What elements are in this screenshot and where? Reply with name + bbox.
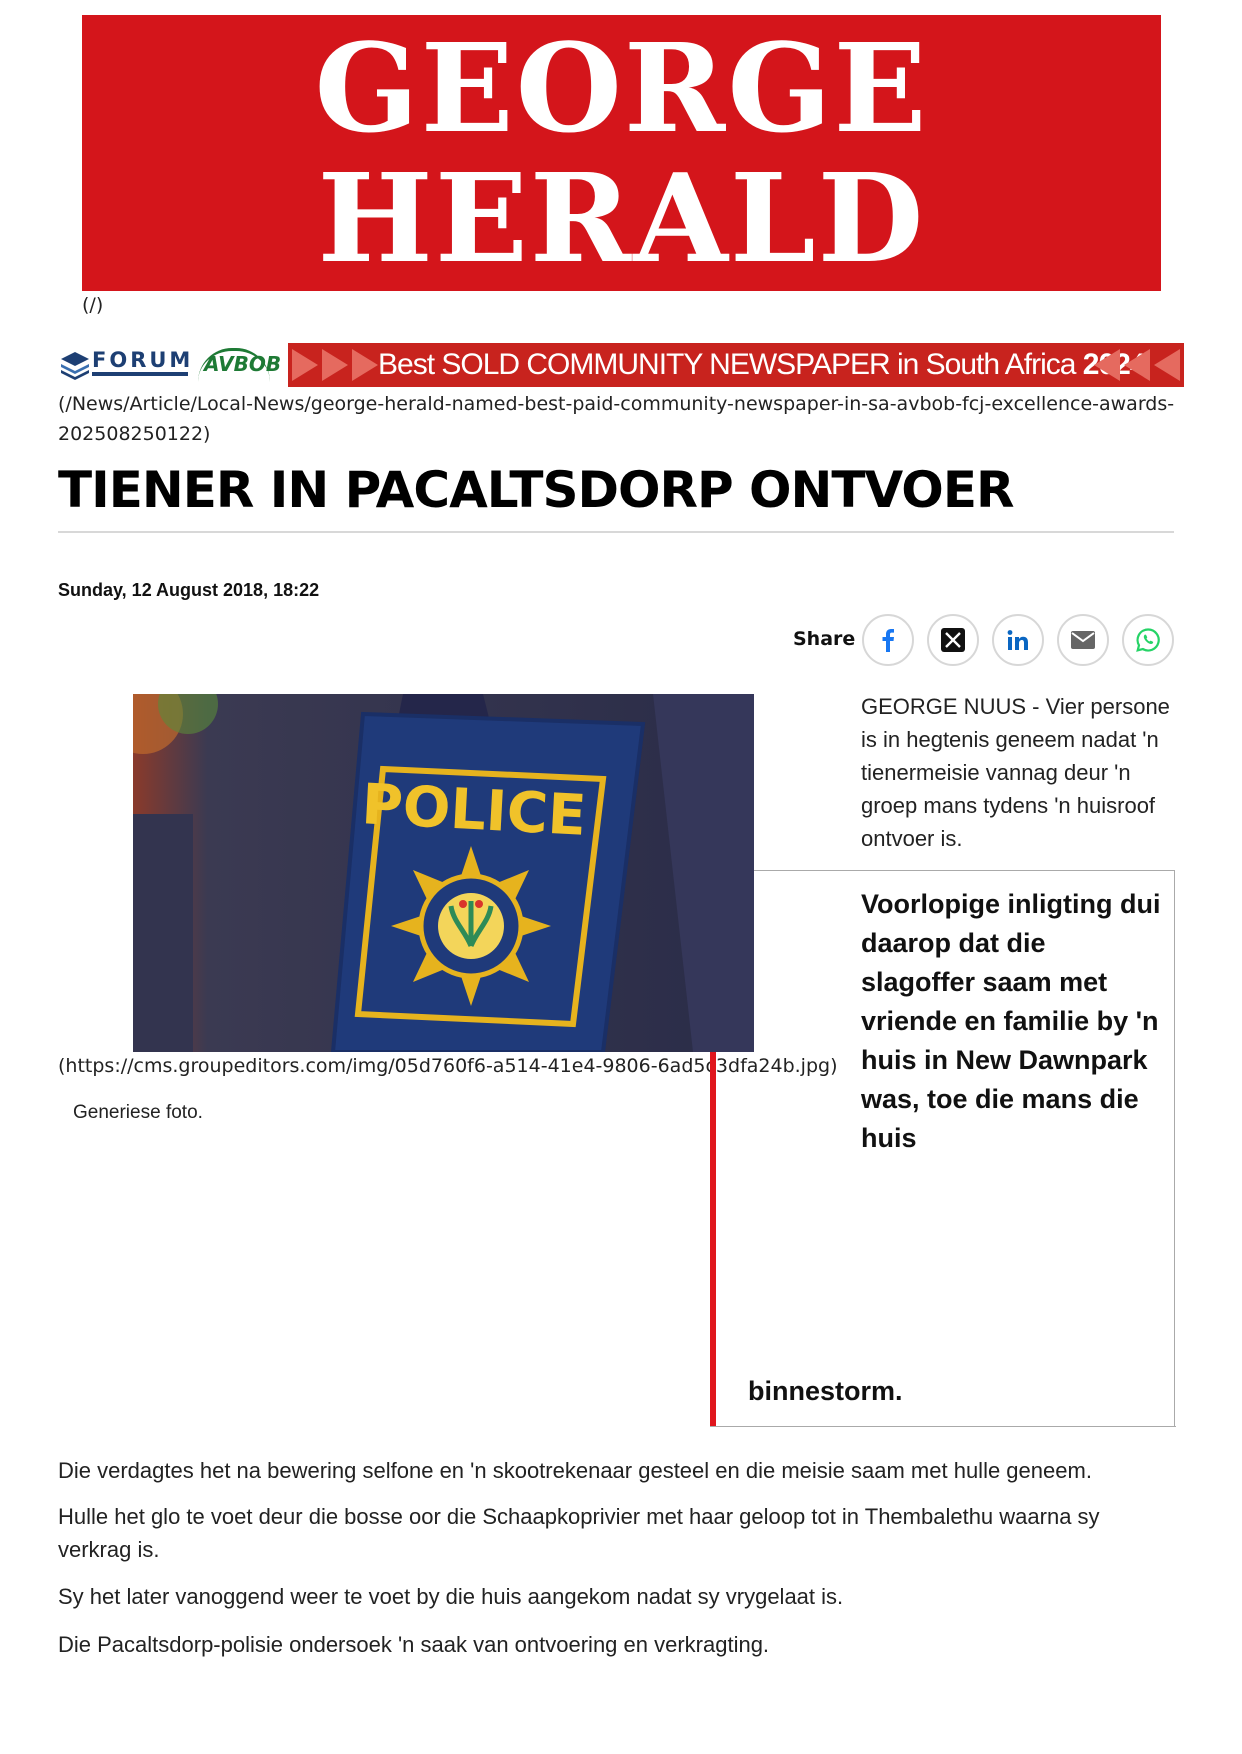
promo-banner-row[interactable]: FORUM AVBOB Best SOLD COMMUNITY NEWSPAPE… <box>58 340 1184 388</box>
photo-caption: Generiese foto. <box>73 1102 203 1123</box>
pullquote-text-end: binnestorm. <box>748 1376 903 1406</box>
pullquote-text: Voorlopige inligting dui daarop dat die … <box>861 889 1161 1153</box>
share-x-button[interactable] <box>927 614 979 666</box>
masthead-line-1: GEORGE <box>314 16 929 160</box>
article-dateline: Sunday, 12 August 2018, 18:22 <box>58 580 320 600</box>
avbob-logo-text: AVBOB <box>204 352 282 376</box>
pullquote-accent-bar <box>710 1052 716 1427</box>
whatsapp-icon <box>1136 628 1160 652</box>
body-paragraph: Die Pacaltsdorp-polisie ondersoek 'n saa… <box>58 1632 770 1657</box>
email-icon <box>1071 631 1095 649</box>
masthead-logo[interactable]: GEORGE HERALD <box>82 15 1161 291</box>
promo-banner-prefix: Best SOLD COMMUNITY NEWSPAPER in South A… <box>378 348 1076 381</box>
article-photo: POLICE <box>133 694 754 1052</box>
share-linkedin-button[interactable] <box>992 614 1044 666</box>
linkedin-icon <box>1007 630 1028 650</box>
article-intro: GEORGE NUUS - Vier persone is in hegteni… <box>861 694 1170 851</box>
home-link[interactable]: (/) <box>82 294 103 316</box>
masthead-line-2: HERALD <box>317 146 926 290</box>
pullquote-bottom-border <box>710 1426 1176 1427</box>
forum-logo: FORUM <box>60 346 190 382</box>
police-badge-photo: POLICE <box>133 694 754 1052</box>
share-facebook-button[interactable] <box>862 614 914 666</box>
promo-award-banner[interactable]: Best SOLD COMMUNITY NEWSPAPER in South A… <box>288 343 1184 387</box>
share-bar: Share <box>790 614 1180 668</box>
avbob-logo: AVBOB <box>198 348 281 382</box>
forum-logo-text: FORUM <box>92 348 194 372</box>
share-email-button[interactable] <box>1057 614 1109 666</box>
facebook-icon <box>882 629 894 652</box>
body-paragraph: Die verdagtes het na bewering selfone en… <box>58 1458 1092 1483</box>
right-arrows-icon <box>292 349 378 381</box>
photo-link[interactable]: (https://cms.groupeditors.com/img/05d760… <box>58 1053 858 1079</box>
share-whatsapp-button[interactable] <box>1122 614 1174 666</box>
forum-logo-underline <box>92 372 188 376</box>
promo-banner-text: Best SOLD COMMUNITY NEWSPAPER in South A… <box>378 348 1147 381</box>
promo-article-link[interactable]: (/News/Article/Local-News/george-herald-… <box>58 389 1178 449</box>
forum-stack-icon <box>61 352 89 380</box>
x-icon <box>941 628 965 652</box>
body-paragraph: Sy het later vanoggend weer te voet by d… <box>58 1584 844 1609</box>
headline-divider <box>58 531 1174 533</box>
left-arrows-icon <box>1094 349 1180 381</box>
article-headline: TIENER IN PACALTSDORP ONTVOER <box>58 461 1014 519</box>
body-paragraph: Hulle het glo te voet deur die bosse oor… <box>58 1504 1100 1562</box>
police-badge-text: POLICE <box>360 772 588 849</box>
share-label: Share <box>793 628 856 650</box>
